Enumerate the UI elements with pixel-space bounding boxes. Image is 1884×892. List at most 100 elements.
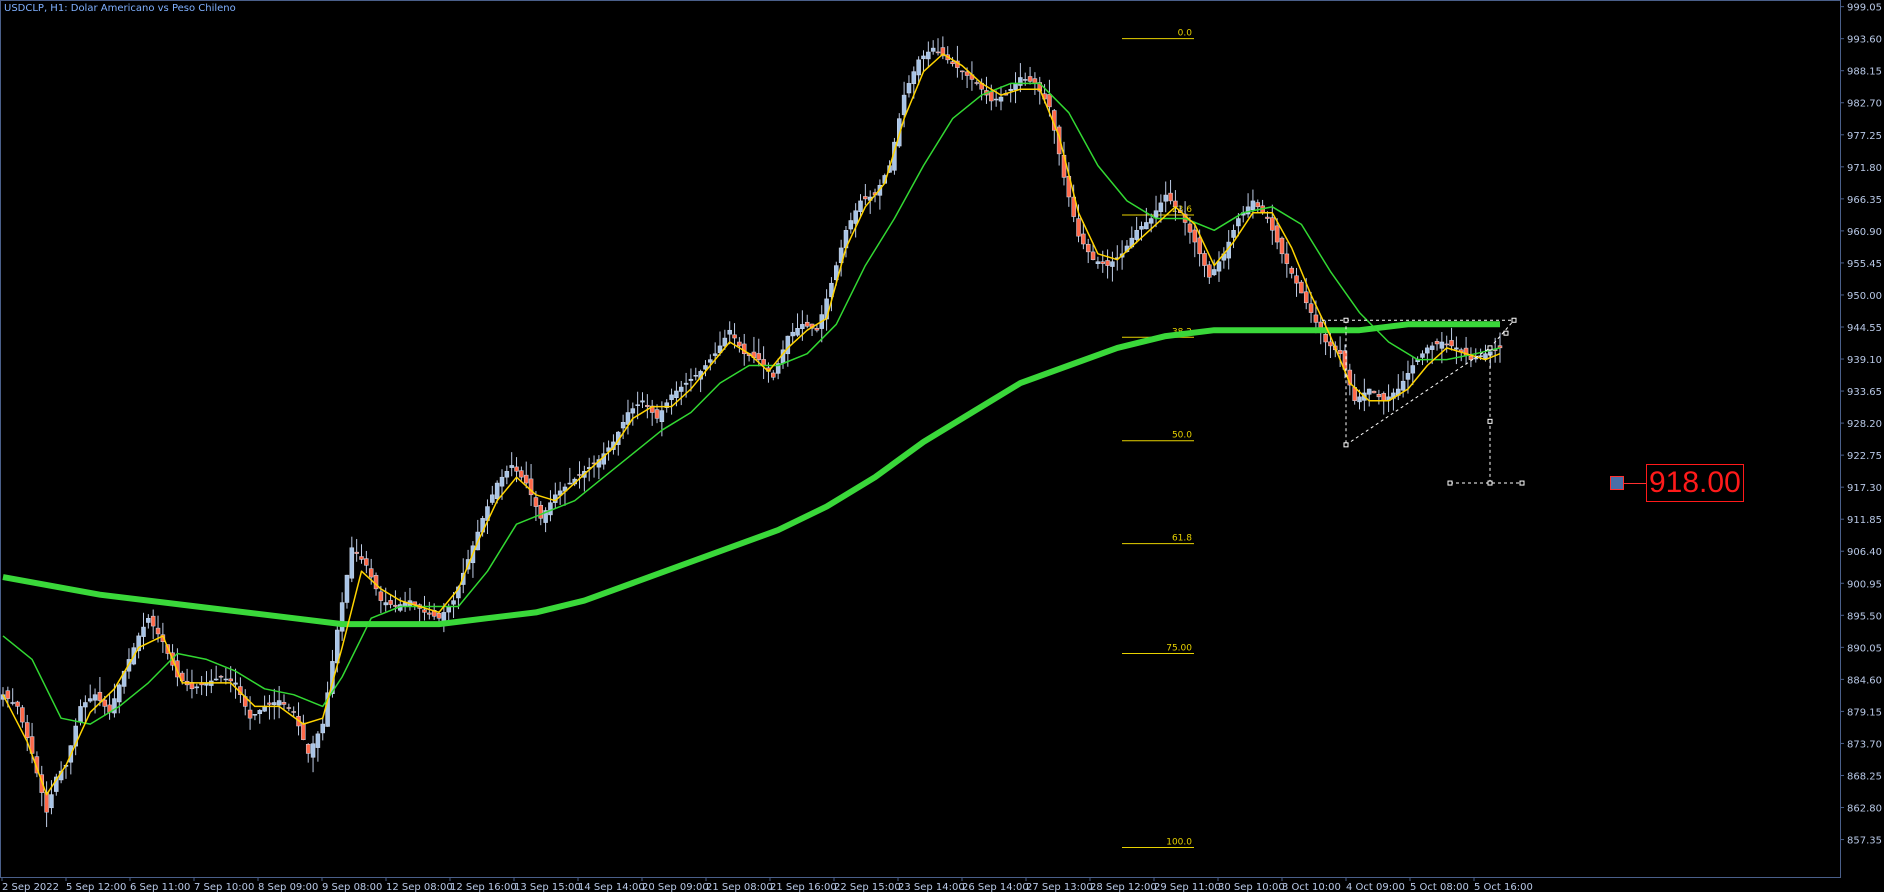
candle-body bbox=[267, 702, 272, 705]
candle-body bbox=[693, 375, 699, 377]
candle-body bbox=[1013, 83, 1018, 91]
candle-body bbox=[393, 604, 398, 607]
y-tick-label: 928.20 bbox=[1847, 419, 1882, 430]
candle-body bbox=[577, 474, 582, 476]
candle-body bbox=[1090, 251, 1096, 260]
candle-body bbox=[901, 94, 907, 116]
candle-body bbox=[533, 497, 539, 507]
candle-body bbox=[252, 714, 258, 716]
candle-body bbox=[790, 331, 795, 337]
candle-body bbox=[519, 470, 524, 478]
x-tick-label: 12 Sep 16:00 bbox=[450, 882, 517, 892]
candle-body bbox=[659, 410, 665, 422]
y-tick-label: 868.25 bbox=[1847, 771, 1882, 782]
candle-body bbox=[1207, 264, 1212, 278]
y-tick-label: 955.45 bbox=[1847, 259, 1882, 270]
candle-body bbox=[921, 55, 926, 60]
candle-body bbox=[1211, 269, 1217, 276]
y-tick-label: 971.80 bbox=[1847, 163, 1882, 174]
fib-level-label: 61.8 bbox=[1172, 534, 1192, 544]
candle-body bbox=[1032, 78, 1038, 84]
pattern-anchor-point bbox=[1511, 317, 1517, 323]
x-tick-label: 5 Oct 08:00 bbox=[1410, 882, 1469, 892]
pattern-anchor-point bbox=[1447, 480, 1453, 486]
candle-body bbox=[1022, 79, 1028, 81]
y-tick-label: 960.90 bbox=[1847, 227, 1882, 238]
fib-level-label: 100.0 bbox=[1166, 837, 1192, 847]
y-tick-label: 977.25 bbox=[1847, 131, 1882, 142]
pattern-anchor-point bbox=[1503, 330, 1509, 336]
candle-body bbox=[1095, 261, 1101, 264]
candle-body bbox=[514, 466, 519, 472]
x-tick-label: 28 Sep 12:00 bbox=[1090, 882, 1157, 892]
target-price-label[interactable]: 918.00 bbox=[1610, 464, 1744, 503]
y-tick-label: 999.05 bbox=[1847, 3, 1882, 14]
candle-body bbox=[310, 743, 316, 758]
candle-body bbox=[490, 494, 495, 503]
candle-body bbox=[102, 699, 107, 707]
candle-body bbox=[451, 600, 456, 605]
y-tick-label: 890.05 bbox=[1847, 643, 1882, 654]
candle-body bbox=[1192, 229, 1198, 243]
candle-body bbox=[1303, 291, 1309, 304]
x-tick-label: 26 Sep 14:00 bbox=[962, 882, 1029, 892]
y-tick-label: 906.40 bbox=[1847, 547, 1882, 558]
candle-body bbox=[446, 606, 451, 613]
candle-body bbox=[1328, 341, 1333, 347]
candle-body bbox=[247, 709, 253, 719]
candle-body bbox=[494, 482, 500, 500]
ma-mid-line bbox=[2, 82, 1501, 725]
candle-body bbox=[1405, 373, 1411, 380]
candle-body bbox=[1144, 222, 1149, 230]
candle-body bbox=[814, 327, 820, 331]
candle-body bbox=[1371, 390, 1377, 394]
candle-body bbox=[1139, 226, 1144, 230]
candle-body bbox=[645, 405, 650, 407]
x-tick-label: 23 Sep 14:00 bbox=[898, 882, 965, 892]
ma-slow-line bbox=[2, 321, 1500, 628]
candle-body bbox=[989, 91, 994, 102]
candle-body bbox=[1284, 253, 1290, 264]
candle-body bbox=[1429, 345, 1435, 350]
candle-body bbox=[1410, 365, 1416, 374]
candle-body bbox=[727, 329, 732, 335]
candle-body bbox=[1308, 303, 1314, 313]
candle-body bbox=[141, 626, 146, 637]
candle-body bbox=[150, 615, 156, 627]
y-tick-label: 873.70 bbox=[1847, 739, 1882, 750]
candle-body bbox=[257, 710, 263, 714]
y-tick-label: 900.95 bbox=[1847, 579, 1882, 590]
candle-body bbox=[1265, 216, 1270, 219]
candle-body bbox=[1202, 253, 1207, 266]
candle-body bbox=[305, 744, 311, 754]
fib-level-label: 50.0 bbox=[1172, 431, 1192, 441]
candle-body bbox=[1468, 355, 1474, 360]
candle-body bbox=[567, 482, 573, 485]
candle-body bbox=[194, 686, 200, 689]
candle-body bbox=[20, 707, 25, 723]
candle-body bbox=[422, 609, 427, 613]
candle-body bbox=[378, 591, 384, 601]
candle-body bbox=[1449, 340, 1454, 347]
candle-body bbox=[959, 70, 965, 73]
x-tick-label: 4 Oct 09:00 bbox=[1346, 882, 1405, 892]
candle-body bbox=[320, 723, 325, 734]
y-tick-label: 922.75 bbox=[1847, 451, 1882, 462]
candle-body bbox=[1255, 202, 1261, 208]
candle-body bbox=[509, 465, 514, 468]
candle-body bbox=[993, 98, 999, 101]
candle-body bbox=[504, 471, 510, 478]
pattern-anchor-point bbox=[1519, 480, 1525, 486]
candle-body bbox=[1216, 261, 1222, 272]
y-tick-label: 862.80 bbox=[1847, 804, 1882, 815]
ma-fast-line bbox=[2, 53, 1501, 796]
x-tick-label: 9 Sep 08:00 bbox=[322, 882, 382, 892]
candle-body bbox=[1197, 237, 1202, 255]
candle-body bbox=[1153, 210, 1159, 218]
candle-body bbox=[804, 321, 810, 327]
candle-body bbox=[1279, 237, 1285, 255]
y-tick-label: 857.35 bbox=[1847, 836, 1882, 847]
candle-body bbox=[1173, 200, 1178, 208]
candle-body bbox=[223, 678, 229, 681]
price-chart[interactable]: 999.05 993.60 988.15 982.70 977.25 971.80 966.… bbox=[0, 0, 1884, 892]
